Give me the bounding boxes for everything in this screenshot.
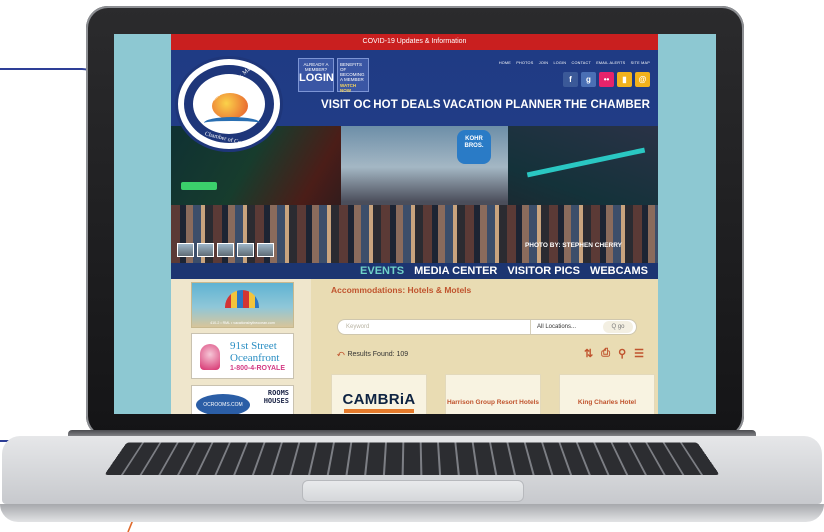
watch-now-label: WATCH NOW bbox=[340, 83, 357, 93]
listing-card[interactable]: King Charles Hotel bbox=[559, 374, 655, 414]
laptop-trackpad bbox=[302, 480, 524, 502]
results-label: Results Found: 109 bbox=[347, 351, 409, 358]
product-scene: COVID-19 Updates & Information The Great… bbox=[0, 0, 824, 532]
ad2-line2: Oceanfront bbox=[230, 352, 280, 364]
laptop-keyboard bbox=[104, 442, 720, 475]
nav-hot-deals[interactable]: HOT DEALS bbox=[373, 99, 440, 111]
results-count: ⤺ Results Found: 109 bbox=[337, 351, 408, 359]
social-icons: f g •• ▮ @ bbox=[563, 72, 650, 87]
photo-credit: PHOTO BY: STEPHEN CHERRY bbox=[524, 242, 622, 249]
listing-name: King Charles Hotel bbox=[577, 399, 637, 406]
sidebar-ads: 410-2 • RML • vacationsbytheocean.com 91… bbox=[171, 279, 311, 414]
main-nav: VISIT OC HOT DEALS VACATION PLANNER THE … bbox=[321, 99, 650, 111]
ad1-text: 410-2 • RML • vacationsbytheocean.com bbox=[210, 321, 275, 325]
listing-card[interactable]: Harrison Group Resort Hotels bbox=[445, 374, 541, 414]
top-link-contact[interactable]: CONTACT bbox=[572, 61, 591, 65]
top-link-home[interactable]: HOME bbox=[499, 61, 511, 65]
thumbnail[interactable] bbox=[177, 243, 194, 257]
utility-links: HOME PHOTOS JOIN LOGIN CONTACT EMAIL ALE… bbox=[495, 61, 650, 65]
page-title: Accommodations: Hotels & Motels bbox=[331, 285, 472, 295]
listing-card[interactable]: CAMBRiA bbox=[331, 374, 427, 414]
benefits-button[interactable]: BENEFITS OF BECOMING A MEMBER WATCH NOW bbox=[337, 58, 369, 93]
cambria-logo: CAMBRiA bbox=[342, 391, 416, 408]
listing-name: Harrison Group Resort Hotels bbox=[446, 399, 540, 406]
back-arrow-icon[interactable]: ⤺ bbox=[337, 351, 344, 358]
ad2-phone: 1-800-4-ROYALE bbox=[230, 365, 285, 372]
sort-icon[interactable]: ⇅ bbox=[584, 347, 593, 360]
ad3-line2: HOUSES bbox=[263, 397, 289, 405]
ad2-line1: 91st Street bbox=[230, 340, 277, 352]
location-select[interactable]: All Locations... bbox=[530, 320, 600, 334]
login-subtext: ALREADY A MEMBER? bbox=[303, 62, 329, 72]
hero-thumbnails bbox=[177, 243, 274, 257]
search-bar: Keyword All Locations... Q go bbox=[337, 319, 637, 335]
top-link-site-map[interactable]: SITE MAP bbox=[631, 61, 650, 65]
site-header: The Greater Ocean City, Maryland Chamber… bbox=[171, 50, 658, 152]
ocrooms-ad[interactable]: OCROOMS.COM ROOMS HOUSES bbox=[191, 385, 294, 414]
bookmark-icon[interactable]: ▮ bbox=[617, 72, 632, 87]
thumbnail[interactable] bbox=[257, 243, 274, 257]
website: COVID-19 Updates & Information The Great… bbox=[171, 34, 658, 414]
nav-media-center[interactable]: MEDIA CENTER bbox=[414, 265, 497, 277]
chamber-logo[interactable]: The Greater Ocean City, Maryland Chamber… bbox=[175, 56, 283, 152]
nav-vacation-planner[interactable]: VACATION PLANNER bbox=[443, 99, 562, 111]
list-view-icon[interactable]: ☰ bbox=[634, 347, 644, 360]
wave-icon bbox=[204, 117, 260, 129]
email-icon[interactable]: @ bbox=[635, 72, 650, 87]
member-login-button[interactable]: ALREADY A MEMBER? LOGIN bbox=[298, 58, 334, 92]
facebook-icon[interactable]: f bbox=[563, 72, 578, 87]
go-button[interactable]: Q go bbox=[603, 321, 633, 333]
benefits-text: BENEFITS OF BECOMING A MEMBER bbox=[340, 62, 365, 82]
nav-events[interactable]: EVENTS bbox=[360, 265, 404, 277]
top-link-email-alerts[interactable]: EMAIL ALERTS bbox=[596, 61, 625, 65]
login-label: LOGIN bbox=[299, 72, 334, 84]
map-pin-icon[interactable]: ⚲ bbox=[618, 347, 626, 360]
hotel-logo-icon bbox=[200, 344, 220, 370]
thumbnail[interactable] bbox=[197, 243, 214, 257]
kohr-bros-sign: KOHR BROS. bbox=[457, 130, 491, 164]
royale-oceanfront-ad[interactable]: 91st Street Oceanfront 1-800-4-ROYALE bbox=[191, 333, 294, 379]
secondary-nav: EVENTS MEDIA CENTER VISITOR PICS WEBCAMS bbox=[171, 263, 658, 279]
ocrooms-logo: OCROOMS.COM bbox=[196, 394, 250, 414]
covid-banner[interactable]: COVID-19 Updates & Information bbox=[171, 34, 658, 50]
nav-visit-oc[interactable]: VISIT OC bbox=[321, 99, 371, 111]
thumbnail[interactable] bbox=[217, 243, 234, 257]
nav-webcams[interactable]: WEBCAMS bbox=[590, 265, 648, 277]
nav-visitor-pics[interactable]: VISITOR PICS bbox=[507, 265, 580, 277]
view-tools: ⇅ ⎙ ⚲ ☰ bbox=[584, 347, 644, 360]
umbrella-icon bbox=[225, 290, 259, 308]
laptop-screen: COVID-19 Updates & Information The Great… bbox=[114, 34, 716, 414]
ad3-text: ROOMS HOUSES bbox=[264, 389, 289, 405]
listing-content: Accommodations: Hotels & Motels Keyword … bbox=[321, 279, 658, 414]
top-link-join[interactable]: JOIN bbox=[539, 61, 548, 65]
top-link-photos[interactable]: PHOTOS bbox=[516, 61, 533, 65]
laptop-base-edge bbox=[0, 504, 824, 522]
nav-the-chamber[interactable]: THE CHAMBER bbox=[564, 99, 650, 111]
top-link-login[interactable]: LOGIN bbox=[553, 61, 566, 65]
google-plus-icon[interactable]: g bbox=[581, 72, 596, 87]
print-icon[interactable]: ⎙ bbox=[601, 347, 610, 360]
vacations-by-the-ocean-ad[interactable]: 410-2 • RML • vacationsbytheocean.com bbox=[191, 282, 294, 328]
thumbnail[interactable] bbox=[237, 243, 254, 257]
flickr-icon[interactable]: •• bbox=[599, 72, 614, 87]
ad3-line1: ROOMS bbox=[267, 389, 289, 397]
keyword-input[interactable]: Keyword bbox=[338, 324, 530, 330]
